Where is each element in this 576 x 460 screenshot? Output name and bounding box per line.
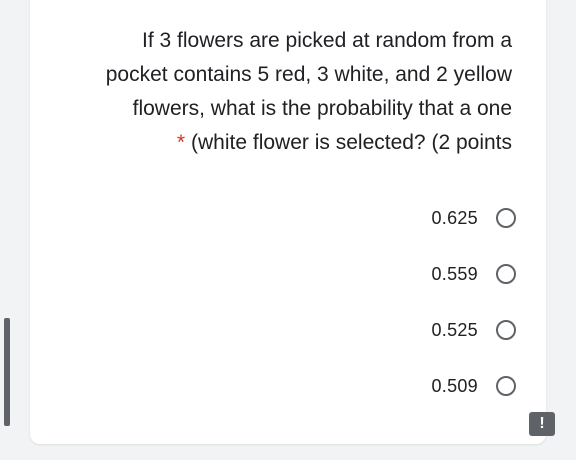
form-page: If 3 flowers are picked at random from a…	[0, 0, 576, 460]
radio-button[interactable]	[496, 264, 516, 284]
question-line-4-text: (white flower is selected? (2 points	[191, 131, 512, 154]
radio-button[interactable]	[496, 320, 516, 340]
scroll-indicator[interactable]	[4, 318, 10, 426]
option-0625[interactable]: 0.625	[316, 190, 516, 246]
question-text: If 3 flowers are picked at random from a…	[42, 24, 512, 160]
question-card: If 3 flowers are picked at random from a…	[30, 0, 546, 444]
option-0509[interactable]: 0.509	[316, 358, 516, 414]
radio-button[interactable]	[496, 376, 516, 396]
question-line-1: If 3 flowers are picked at random from a	[142, 29, 512, 52]
option-label: 0.625	[431, 207, 478, 228]
report-symbol: !	[539, 415, 545, 432]
question-line-2: pocket contains 5 red, 3 white, and 2 ye…	[105, 63, 512, 86]
option-0525[interactable]: 0.525	[316, 302, 516, 358]
option-label: 0.559	[431, 263, 478, 284]
required-asterisk: *	[176, 131, 186, 154]
question-line-3: flowers, what is the probability that a …	[132, 97, 512, 120]
exclamation-icon[interactable]: !	[529, 412, 555, 436]
option-0559[interactable]: 0.559	[316, 246, 516, 302]
option-label: 0.525	[431, 319, 478, 340]
radio-button[interactable]	[496, 208, 516, 228]
answer-options: 0.625 0.559 0.525 0.509	[316, 190, 516, 414]
option-label: 0.509	[431, 375, 478, 396]
question-line-4: * (white flower is selected? (2 points	[42, 126, 512, 160]
